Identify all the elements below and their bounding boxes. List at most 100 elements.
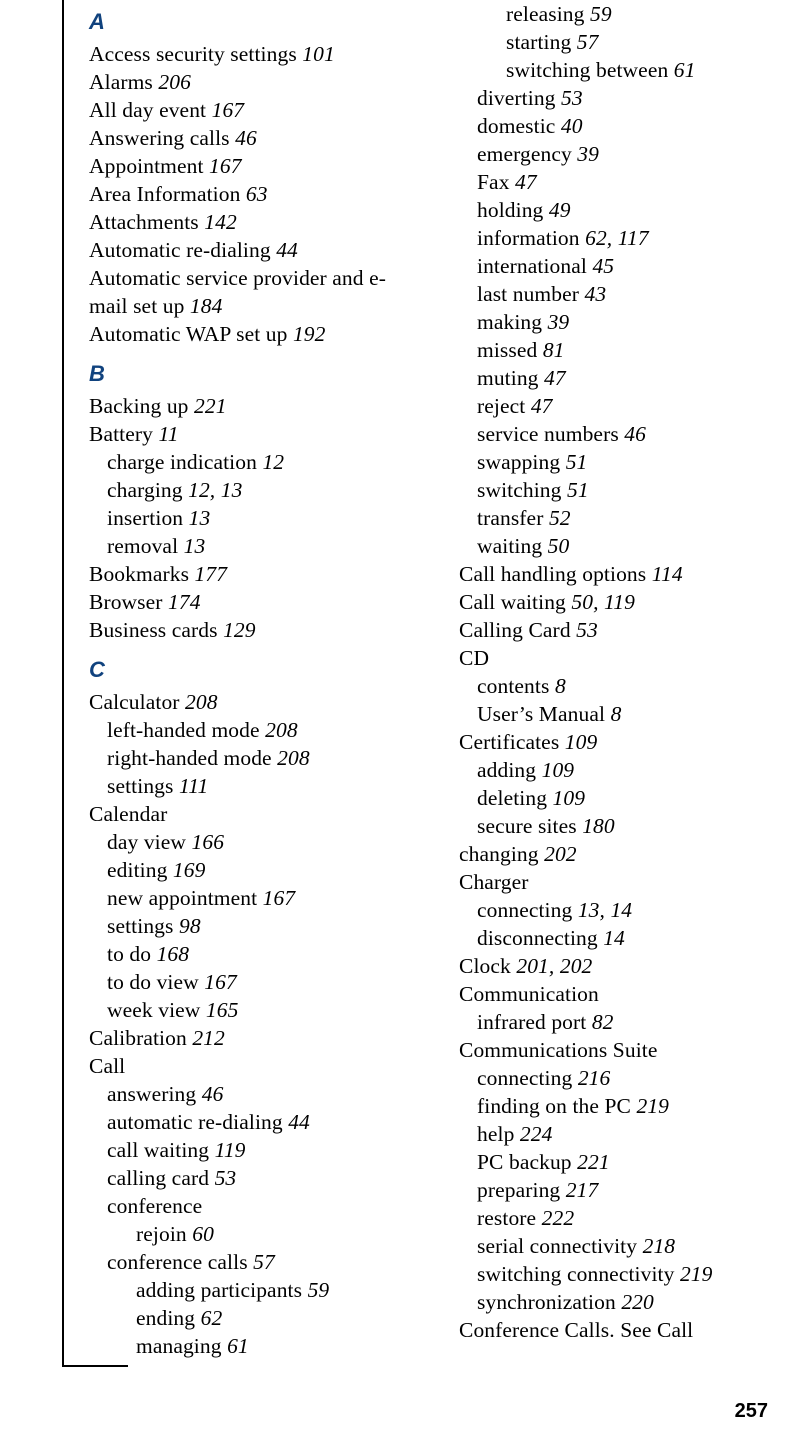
index-entry: waiting 50 [459,532,786,560]
index-entry-page-numbers: 62, 117 [585,226,649,250]
index-entry-page-numbers: 184 [189,294,223,318]
index-entry: switching 51 [459,476,786,504]
index-entry-page-numbers: 109 [541,758,575,782]
index-entry-page-numbers: 63 [245,182,268,206]
index-entry: Area Information 63 [89,180,419,208]
index-entry-label: Answering calls [89,126,236,150]
index-entry: calling card 53 [89,1164,419,1192]
index-entry-page-numbers: 14 [603,926,625,950]
index-entry-label: waiting [477,534,548,558]
index-entry-label: last number [477,282,585,306]
index-entry: to do 168 [89,940,419,968]
index-entry-label: transfer [477,506,549,530]
index-entry-page-numbers: 167 [209,154,242,178]
index-entry-label: Alarms [89,70,159,94]
index-entry-label: adding participants [136,1278,308,1302]
index-entry-page-numbers: 220 [621,1290,654,1314]
index-entry-label: charge indication [107,450,263,474]
index-entry-label: Calculator [89,690,186,714]
index-entry-page-numbers: 82 [591,1010,614,1034]
index-entry: Call [89,1052,419,1080]
index-entry: switching connectivity 219 [459,1260,786,1288]
index-entry-page-numbers: 219 [636,1094,670,1118]
index-entry-label: Call handling options [459,562,652,586]
index-entry-page-numbers: 13 [188,506,211,530]
index-entry-page-numbers: 221 [577,1150,610,1174]
index-entry-page-numbers: 53 [214,1166,237,1190]
index-entry: rejoin 60 [89,1220,419,1248]
index-entry-label: answering [107,1082,202,1106]
index-entry-page-numbers: 43 [584,282,607,306]
index-entry: editing 169 [89,856,419,884]
index-entry: last number 43 [459,280,786,308]
index-entry: switching between 61 [459,56,786,84]
index-entry-label: infrared port [477,1010,592,1034]
index-entry: infrared port 82 [459,1008,786,1036]
index-entry-page-numbers: 222 [541,1206,575,1230]
index-entry-page-numbers: 44 [276,238,298,262]
index-entry: Conference Calls. See Call [459,1316,786,1344]
index-entry: Communication [459,980,786,1008]
index-entry-label: service numbers [477,422,625,446]
index-entry-label: Calling Card [459,618,577,642]
index-entry-label: disconnecting [477,926,604,950]
index-entry: service numbers 46 [459,420,786,448]
index-entry-label: settings [107,914,179,938]
index-entry-label: conference calls [107,1250,254,1274]
index-entry-page-numbers: 167 [262,886,296,910]
index-entry-label: ending [136,1306,201,1330]
index-entry: right-handed mode 208 [89,744,419,772]
index-entry-label: reject [477,394,531,418]
index-entry-label: call waiting [107,1138,215,1162]
index-entry: Alarms 206 [89,68,419,96]
index-entry-label: secure sites [477,814,583,838]
index-entry-label: User’s Manual [477,702,611,726]
index-entry-page-numbers: 142 [204,210,237,234]
index-entry: releasing 59 [459,0,786,28]
index-entry-label: to do [107,942,157,966]
index-entry-label: removal [107,534,184,558]
index-entry: making 39 [459,308,786,336]
index-entry-label: making [477,310,548,334]
index-entry-page-numbers: 166 [191,830,225,854]
index-entry-page-numbers: 165 [205,998,239,1022]
index-entry-label: releasing [506,2,590,26]
index-entry-label: CD [459,646,490,670]
index-entry: Automatic service provider and e-mail se… [89,264,419,320]
index-entry-page-numbers: 201, 202 [516,954,593,978]
index-entry: domestic 40 [459,112,786,140]
index-entry-label: starting [506,30,577,54]
index-entry-page-numbers: 60 [192,1222,214,1246]
index-entry-page-numbers: 8 [610,702,622,726]
index-entry-label: day view [107,830,192,854]
index-entry-label: information [477,226,586,250]
index-entry: removal 13 [89,532,419,560]
index-entry-label: Automatic service provider and e-mail se… [89,266,387,318]
index-entry-page-numbers: 98 [178,914,201,938]
index-entry-page-numbers: 61 [227,1334,249,1358]
index-entry-label: new appointment [107,886,263,910]
index-entry-page-numbers: 47 [530,394,553,418]
index-entry-page-numbers: 57 [253,1250,275,1274]
index-entry-page-numbers: 45 [592,254,615,278]
index-entry-page-numbers: 47 [515,170,537,194]
index-entry-page-numbers: 202 [544,842,577,866]
index-entry-label: Business cards [89,618,224,642]
index-entry-label: managing [136,1334,228,1358]
index-entry: left-handed mode 208 [89,716,419,744]
index-entry: Attachments 142 [89,208,419,236]
index-entry-page-numbers: 46 [235,126,257,150]
index-entry: help 224 [459,1120,786,1148]
index-entry: reject 47 [459,392,786,420]
index-entry: swapping 51 [459,448,786,476]
index-entry-page-numbers: 168 [156,942,190,966]
index-entry-label: settings [107,774,179,798]
index-entry-page-numbers: 180 [582,814,615,838]
index-columns: A Access security settings 101 Alarms 206 A… [0,0,786,1370]
index-entry: to do view 167 [89,968,419,996]
index-entry-page-numbers: 206 [158,70,191,94]
index-entry: emergency 39 [459,140,786,168]
index-entry-label: Bookmarks [89,562,195,586]
index-entry: Automatic re-dialing 44 [89,236,419,264]
index-entry-label: automatic re-dialing [107,1110,289,1134]
